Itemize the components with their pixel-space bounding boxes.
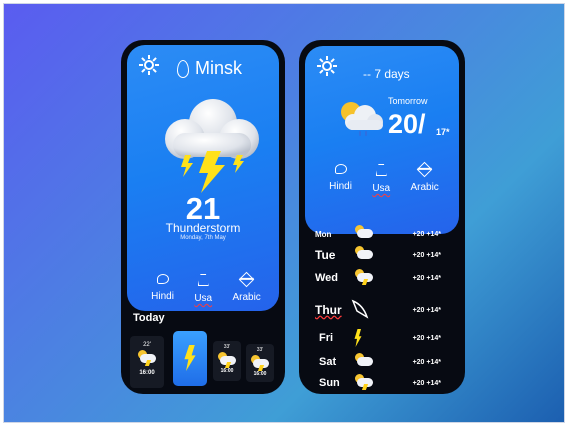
city-name: Minsk — [195, 58, 243, 78]
brightness-icon[interactable] — [317, 56, 337, 76]
forecast-row-tue[interactable]: Tue +20 +14* — [315, 244, 455, 266]
rain-cloud-icon — [341, 102, 383, 136]
hourly-card-selected[interactable] — [173, 331, 207, 386]
phone-current-weather: Minsk 21 Thunderstorm Monday, 7th May Hi… — [121, 40, 285, 394]
storm-cloud-icon — [138, 350, 156, 366]
storm-cloud-icon — [349, 267, 379, 289]
sun-cloud-icon — [349, 244, 379, 266]
storm-cloud-icon — [251, 355, 269, 371]
forecast-row-fri[interactable]: Fri +20 +14* — [315, 327, 455, 349]
current-weather-card: Minsk 21 Thunderstorm Monday, 7th May Hi… — [127, 45, 279, 311]
forecast-row-sun[interactable]: Sun +20 +14* — [315, 372, 455, 394]
tomorrow-card: -- 7 days Tomorrow 20/ 17* Hindi Usa Ara… — [305, 46, 459, 234]
leaf-icon — [156, 274, 169, 284]
phone-weekly-forecast: -- 7 days Tomorrow 20/ 17* Hindi Usa Ara… — [299, 40, 465, 394]
lang-option-hindi[interactable]: Hindi — [329, 164, 352, 194]
brightness-icon[interactable] — [139, 55, 159, 75]
hourly-card[interactable]: 33' 16:00 — [213, 341, 241, 381]
forecast-row-sat[interactable]: Sat +20 +14* — [315, 351, 455, 373]
sun-cloud-icon — [349, 223, 379, 245]
tomorrow-low-temp: 17* — [436, 127, 450, 137]
forecast-row-mon[interactable]: Mon +20 +14* — [315, 223, 455, 245]
wind-icon — [349, 299, 379, 321]
metronome-icon — [375, 164, 387, 176]
lightning-icon — [349, 327, 379, 349]
forecast-range-title[interactable]: -- 7 days — [363, 67, 410, 81]
storm-cloud-icon — [349, 372, 379, 394]
language-selector: Hindi Usa Arabic — [319, 161, 449, 194]
storm-cloud-icon — [218, 352, 236, 368]
diamond-icon — [416, 161, 433, 178]
background-frame: Minsk 21 Thunderstorm Monday, 7th May Hi… — [3, 3, 565, 423]
weather-condition: Thunderstorm — [165, 221, 241, 235]
leaf-icon — [334, 164, 347, 174]
forecast-row-wed[interactable]: Wed +20 +14* — [315, 267, 455, 289]
city-title[interactable]: Minsk — [177, 58, 242, 79]
lang-option-arabic[interactable]: Arabic — [410, 161, 439, 194]
lang-option-usa[interactable]: Usa — [194, 274, 212, 304]
thunderstorm-cloud-icon — [165, 99, 259, 193]
sun-cloud-icon — [349, 351, 379, 373]
hourly-card[interactable]: 33' 16:00 — [246, 344, 274, 382]
diamond-icon — [238, 271, 255, 288]
lang-option-usa[interactable]: Usa — [372, 164, 390, 194]
lang-option-hindi[interactable]: Hindi — [151, 274, 174, 304]
hourly-card[interactable]: 22' 16:00 — [130, 336, 164, 388]
lang-option-arabic[interactable]: Arabic — [232, 271, 261, 304]
metronome-icon — [197, 274, 209, 286]
location-pin-icon — [177, 59, 189, 78]
current-date: Monday, 7th May — [180, 235, 226, 241]
forecast-row-thur[interactable]: Thur +20 +14* — [315, 299, 455, 321]
tomorrow-label: Tomorrow — [388, 96, 428, 106]
tomorrow-high-temp: 20/ — [388, 109, 426, 139]
today-heading: Today — [133, 312, 165, 324]
language-selector: Hindi Usa Arabic — [141, 271, 271, 304]
lightning-icon — [184, 345, 196, 371]
